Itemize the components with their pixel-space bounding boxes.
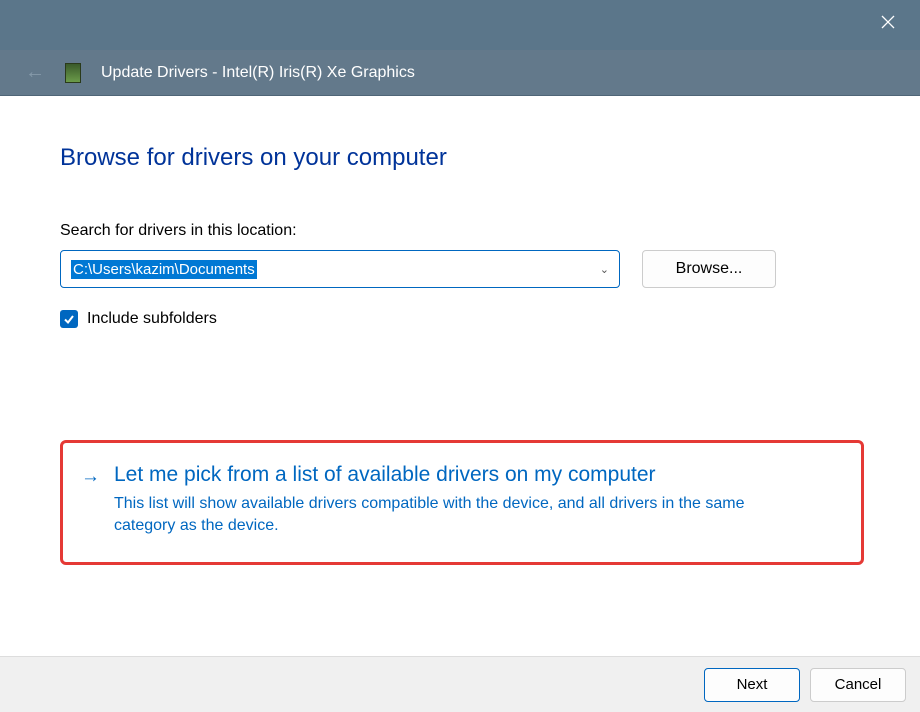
include-subfolders-row: Include subfolders — [60, 310, 860, 328]
path-combobox[interactable]: C:\Users\kazim\Documents ⌄ — [60, 250, 620, 288]
search-row: C:\Users\kazim\Documents ⌄ Browse... — [60, 250, 860, 288]
dialog-title: Update Drivers - Intel(R) Iris(R) Xe Gra… — [101, 64, 415, 82]
cancel-button[interactable]: Cancel — [810, 668, 906, 702]
option-title: Let me pick from a list of available dri… — [114, 463, 804, 487]
browse-button[interactable]: Browse... — [642, 250, 776, 288]
option-description: This list will show available drivers co… — [114, 493, 804, 538]
device-icon — [65, 63, 81, 83]
dialog-header: ← Update Drivers - Intel(R) Iris(R) Xe G… — [0, 50, 920, 96]
pick-from-list-option[interactable]: → Let me pick from a list of available d… — [60, 440, 864, 565]
window-titlebar — [0, 0, 920, 50]
next-button[interactable]: Next — [704, 668, 800, 702]
include-subfolders-checkbox[interactable] — [60, 310, 78, 328]
chevron-down-icon[interactable]: ⌄ — [600, 263, 609, 276]
close-button[interactable] — [876, 10, 900, 34]
content-area: Browse for drivers on your computer Sear… — [0, 96, 920, 656]
dialog-footer: Next Cancel — [0, 656, 920, 712]
arrow-right-icon: → — [81, 466, 100, 488]
include-subfolders-label: Include subfolders — [87, 310, 217, 328]
page-heading: Browse for drivers on your computer — [60, 144, 860, 172]
back-arrow-icon: ← — [25, 61, 45, 84]
search-location-label: Search for drivers in this location: — [60, 222, 860, 240]
path-value: C:\Users\kazim\Documents — [71, 260, 257, 279]
